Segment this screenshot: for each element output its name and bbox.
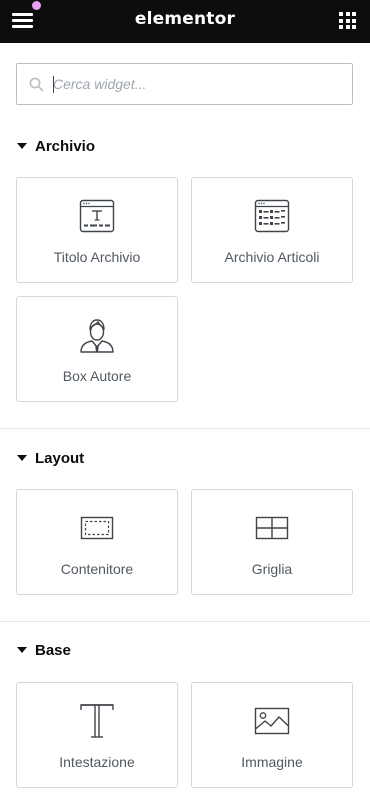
caret-down-icon	[17, 647, 27, 653]
archive-posts-icon	[254, 199, 290, 233]
category-label: Base	[35, 641, 71, 659]
grid-icon	[255, 516, 289, 540]
widget-label: Box Autore	[62, 368, 132, 384]
category-label: Archivio	[35, 137, 96, 155]
widget-archivio-articoli[interactable]: Archivio Articoli	[191, 177, 353, 283]
search-input[interactable]	[53, 72, 343, 96]
category-label: Layout	[35, 449, 85, 467]
widget-label: Archivio Articoli	[224, 249, 320, 265]
search-icon	[29, 77, 44, 92]
caret-down-icon	[17, 455, 27, 461]
section-divider	[0, 428, 370, 429]
widget-contenitore[interactable]: Contenitore	[16, 489, 178, 595]
section-divider	[0, 621, 370, 622]
category-header-archivio[interactable]: Archivio	[16, 136, 95, 156]
widget-titolo-archivio[interactable]: Titolo Archivio	[16, 177, 178, 283]
widget-search	[16, 63, 353, 105]
widget-immagine[interactable]: Immagine	[191, 682, 353, 788]
widget-label: Intestazione	[59, 754, 135, 770]
container-icon	[80, 516, 114, 540]
widget-label: Immagine	[241, 754, 303, 770]
category-header-layout[interactable]: Layout	[16, 448, 84, 468]
heading-icon	[80, 704, 114, 738]
top-bar: elementor	[0, 0, 370, 43]
widget-intestazione[interactable]: Intestazione	[16, 682, 178, 788]
elementor-logo: elementor	[134, 9, 236, 29]
author-box-icon	[80, 319, 114, 353]
image-icon	[254, 707, 290, 735]
widget-label: Contenitore	[60, 561, 134, 577]
category-header-base[interactable]: Base	[16, 640, 71, 660]
widget-label: Titolo Archivio	[53, 249, 141, 265]
archive-title-icon	[79, 199, 115, 233]
widget-label: Griglia	[251, 561, 293, 577]
widget-griglia[interactable]: Griglia	[191, 489, 353, 595]
text-caret	[53, 76, 54, 93]
apps-grid-icon[interactable]	[339, 12, 356, 29]
widget-box-autore[interactable]: Box Autore	[16, 296, 178, 402]
caret-down-icon	[17, 143, 27, 149]
